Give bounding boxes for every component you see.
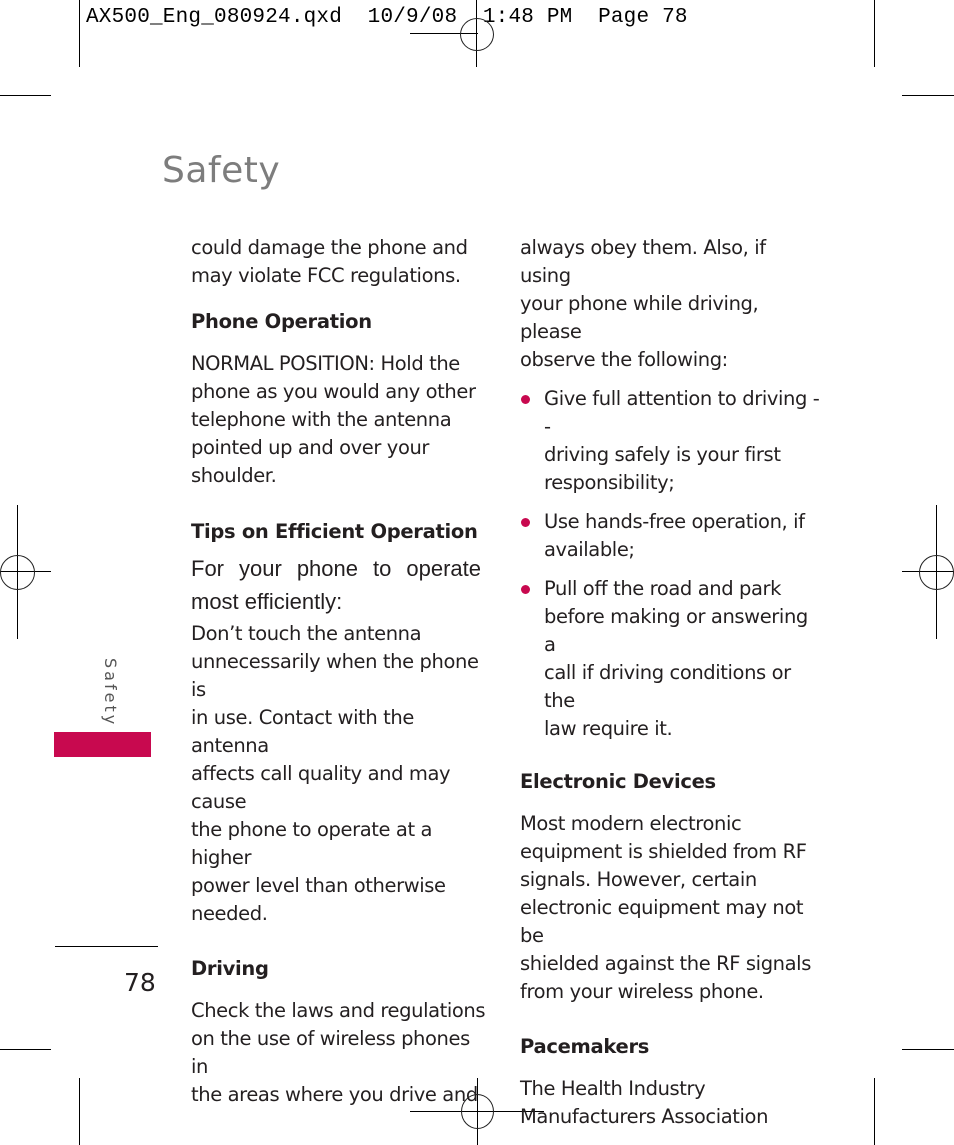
heading-electronic-devices: Electronic Devices	[520, 770, 716, 793]
bullet-icon	[521, 518, 530, 527]
crop-mark	[902, 95, 954, 96]
tips-body-text: Don’t touch the antenna unnecessarily wh…	[191, 622, 479, 925]
crop-mark	[874, 1078, 875, 1145]
crop-mark	[0, 1049, 51, 1050]
left-column: could damage the phone and may violate FC…	[191, 234, 491, 1109]
page-number: 78	[124, 968, 156, 997]
footer-rule	[55, 946, 158, 947]
heading-driving: Driving	[191, 957, 269, 980]
print-slug: AX500_Eng_080924.qxd 10/9/08 1:48 PM Pag…	[86, 6, 688, 29]
electronic-devices-text: Most modern electronic equipment is shie…	[520, 812, 811, 1003]
heading-tips-efficient-operation: Tips on Efficient Operation	[191, 520, 478, 543]
heading-phone-operation: Phone Operation	[191, 310, 372, 333]
crop-mark	[902, 1049, 954, 1050]
bullet-icon	[521, 585, 530, 594]
tips-lead-text: For your phone to operate most efficient…	[191, 556, 481, 614]
pacemakers-text: The Health Industry Manufacturers Associ…	[520, 1077, 769, 1128]
list-item: Use hands-free operation, if available;	[520, 508, 820, 564]
crop-mark	[874, 0, 875, 67]
list-item: Pull off the road and park before making…	[520, 575, 820, 743]
side-tab-label: Safety	[101, 658, 120, 728]
page-title: Safety	[162, 150, 281, 191]
bullet-icon	[521, 395, 530, 404]
driving-text: Check the laws and regulations on the us…	[191, 999, 486, 1106]
section-tab-marker	[54, 732, 151, 757]
phone-operation-text: NORMAL POSITION: Hold the phone as you w…	[191, 352, 476, 487]
heading-pacemakers: Pacemakers	[520, 1035, 650, 1058]
intro-text: could damage the phone and may violate FC…	[191, 236, 468, 287]
crop-mark	[79, 1078, 80, 1145]
right-column: always obey them. Also, if using your ph…	[520, 234, 820, 1131]
crop-mark	[79, 0, 80, 67]
crop-mark	[0, 95, 51, 96]
driving-continued-text: always obey them. Also, if using your ph…	[520, 236, 766, 371]
driving-tips-list: Give full attention to driving -- drivin…	[520, 385, 820, 743]
list-item: Give full attention to driving -- drivin…	[520, 385, 820, 497]
